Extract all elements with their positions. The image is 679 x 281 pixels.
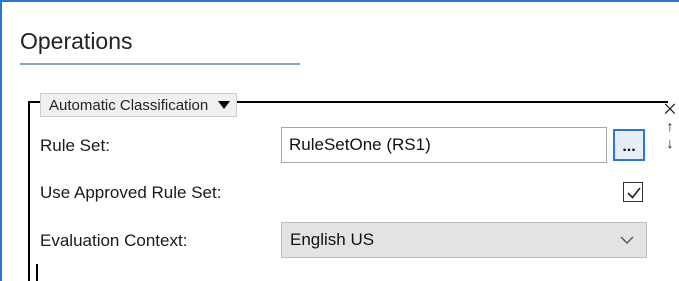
caret-down-icon — [218, 101, 231, 109]
window-left-border — [0, 0, 2, 281]
evaluation-context-value: English US — [290, 230, 375, 249]
move-up-icon[interactable]: ↑ — [661, 118, 679, 135]
rule-set-browse-button[interactable]: ... — [613, 129, 645, 161]
window-top-border — [0, 0, 679, 2]
checkmark-icon — [627, 187, 641, 199]
close-icon[interactable]: ⨉ — [661, 101, 679, 118]
rule-set-field[interactable]: RuleSetOne (RS1) — [281, 127, 607, 163]
use-approved-label: Use Approved Rule Set: — [40, 183, 222, 202]
group-inner-line — [36, 264, 38, 281]
chevron-down-icon — [620, 236, 634, 244]
section-title: Operations — [20, 28, 133, 54]
title-underline — [20, 63, 300, 65]
group-corner-controls: ⨉ ↑ ↓ — [661, 101, 679, 152]
evaluation-context-label: Evaluation Context: — [40, 231, 188, 250]
evaluation-context-select[interactable]: English US — [281, 222, 647, 258]
classification-type-label: Automatic Classification — [49, 96, 209, 114]
classification-type-dropdown[interactable]: Automatic Classification — [40, 93, 238, 117]
rule-set-label: Rule Set: — [40, 136, 110, 155]
use-approved-checkbox[interactable] — [623, 182, 643, 202]
move-down-icon[interactable]: ↓ — [661, 135, 679, 152]
